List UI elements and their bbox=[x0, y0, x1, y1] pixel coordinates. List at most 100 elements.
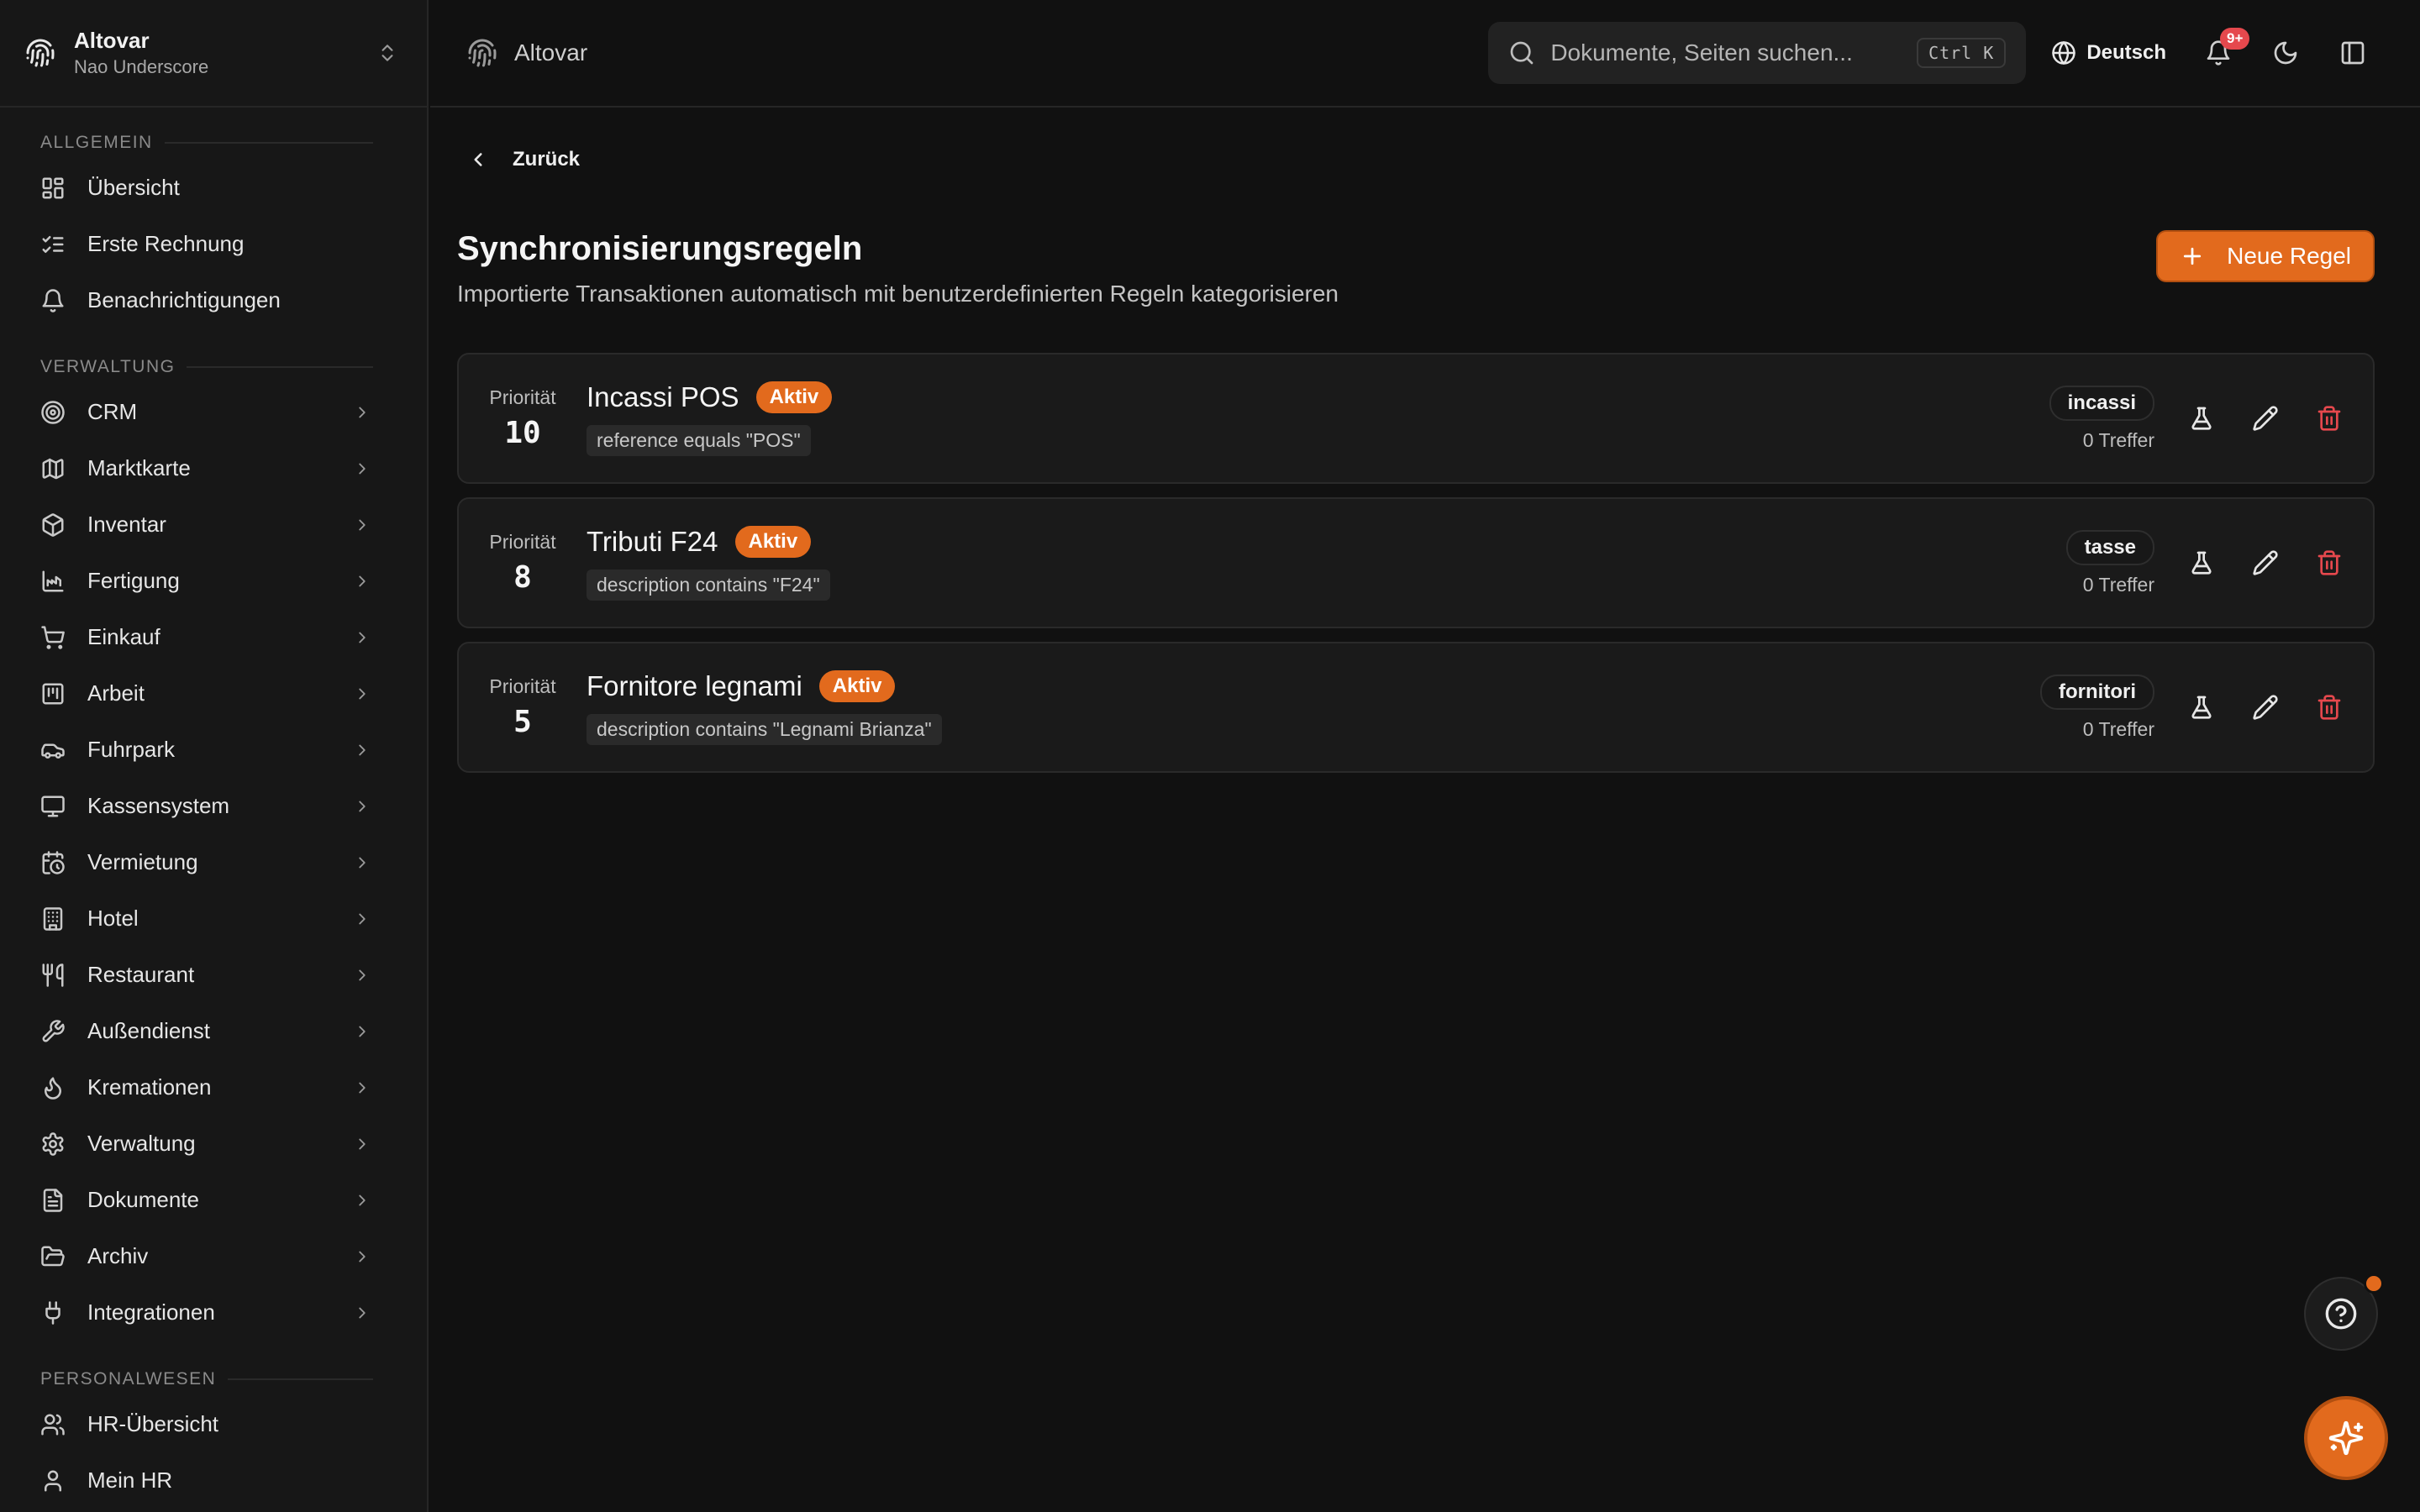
rule-info: Incassi POS Aktiv reference equals "POS" bbox=[587, 381, 2049, 456]
chevron-right-icon bbox=[359, 632, 366, 643]
sidebar-item-label: Mein HR bbox=[87, 1467, 173, 1493]
sidebar-item-erste-rechnung[interactable]: Erste Rechnung bbox=[0, 216, 427, 272]
sidebar-item-label: Marktkarte bbox=[87, 455, 191, 480]
edit-rule-button[interactable] bbox=[2252, 549, 2279, 576]
chevron-right-icon bbox=[359, 801, 366, 811]
delete-rule-button[interactable] bbox=[2316, 694, 2343, 721]
theme-toggle-button[interactable] bbox=[2272, 39, 2299, 66]
notifications-button[interactable]: 9+ bbox=[2205, 28, 2250, 66]
sidebar-item-label: Fertigung bbox=[87, 568, 180, 593]
sidebar-item-label: Kremationen bbox=[87, 1074, 212, 1100]
sidebar-item-einkauf[interactable]: Einkauf bbox=[0, 609, 427, 665]
calendar-clock-icon bbox=[42, 850, 65, 874]
sidebar-item-vermietung[interactable]: Vermietung bbox=[0, 834, 427, 890]
rule-header: Fornitore legnami Aktiv bbox=[587, 669, 2040, 702]
sidebar-item-restaurant[interactable]: Restaurant bbox=[0, 947, 427, 1003]
rule-summary: tasse 0 Treffer bbox=[2065, 529, 2154, 596]
section-hr: Personalwesen bbox=[0, 1362, 427, 1396]
test-rule-button[interactable] bbox=[2188, 405, 2215, 432]
sidebar-item-benachrichtigungen[interactable]: Benachrichtigungen bbox=[0, 272, 427, 328]
rule-name: Tributi F24 bbox=[587, 525, 718, 557]
sidebar-item-hotel[interactable]: Hotel bbox=[0, 890, 427, 947]
rule-priority: Priorität 10 bbox=[484, 386, 561, 450]
sidebar-item-arbeit[interactable]: Arbeit bbox=[0, 665, 427, 722]
edit-rule-button[interactable] bbox=[2252, 405, 2279, 432]
rule-priority: Priorität 5 bbox=[484, 675, 561, 739]
chevron-right-icon bbox=[359, 744, 366, 755]
sidebar-item-label: Arbeit bbox=[87, 680, 145, 706]
rule-card: Priorität 10 Incassi POS Aktiv reference… bbox=[457, 353, 2375, 484]
rule-header: Tributi F24 Aktiv bbox=[587, 525, 2066, 558]
org-name: Altovar bbox=[74, 28, 150, 53]
back-label: Zurück bbox=[513, 148, 581, 171]
sidebar-item-label: Kassensystem bbox=[87, 793, 230, 818]
status-badge: Aktiv bbox=[734, 525, 812, 558]
category-badge: tasse bbox=[2065, 529, 2154, 565]
sidebar-item-dokumente[interactable]: Dokumente bbox=[0, 1172, 427, 1228]
chevrons-up-down-icon[interactable] bbox=[376, 42, 398, 64]
priority-label: Priorität bbox=[489, 386, 556, 408]
test-rule-button[interactable] bbox=[2188, 694, 2215, 721]
section-title: Allgemein bbox=[40, 133, 153, 152]
kanban-icon bbox=[42, 683, 64, 704]
language-switcher[interactable]: Deutsch bbox=[2051, 40, 2166, 66]
notification-count-badge: 9+ bbox=[2220, 28, 2250, 50]
sidebar-item-fertigung[interactable]: Fertigung bbox=[0, 553, 427, 609]
section-title: Verwaltung bbox=[40, 357, 176, 376]
sidebar-item-archiv[interactable]: Archiv bbox=[0, 1228, 427, 1284]
sidebar-item-aussendienst[interactable]: Außendienst bbox=[0, 1003, 427, 1059]
sidebar-item-label: Außendienst bbox=[87, 1018, 210, 1043]
hit-count: 0 Treffer bbox=[2082, 428, 2154, 451]
org-switcher[interactable]: Altovar Nao Underscore bbox=[0, 0, 427, 108]
chevron-right-icon bbox=[359, 688, 366, 699]
wrench-icon bbox=[42, 1019, 65, 1042]
chevron-right-icon bbox=[359, 1026, 366, 1037]
sidebar-item-inventar[interactable]: Inventar bbox=[0, 496, 427, 553]
factory-icon bbox=[42, 570, 64, 591]
search-box[interactable]: Ctrl K bbox=[1488, 22, 2027, 84]
sidebar-item-fuhrpark[interactable]: Fuhrpark bbox=[0, 722, 427, 778]
chevron-right-icon bbox=[359, 913, 366, 924]
breadcrumb-brand[interactable]: Altovar bbox=[514, 39, 1488, 66]
sidebar-item-kremationen[interactable]: Kremationen bbox=[0, 1059, 427, 1116]
chevron-left-icon bbox=[474, 153, 482, 166]
sidebar-item-ubersicht[interactable]: Übersicht bbox=[0, 160, 427, 216]
sidebar-item-crm[interactable]: CRM bbox=[0, 384, 427, 440]
sidebar-item-label: Erste Rechnung bbox=[87, 231, 245, 256]
edit-rule-button[interactable] bbox=[2252, 694, 2279, 721]
sidebar-item-label: Dokumente bbox=[87, 1187, 199, 1212]
sidebar-item-integrationen[interactable]: Integrationen bbox=[0, 1284, 427, 1341]
sidebar-item-label: Übersicht bbox=[87, 175, 180, 200]
search-input[interactable] bbox=[1550, 39, 1918, 66]
divider bbox=[228, 1378, 373, 1380]
help-circle-icon bbox=[2325, 1298, 2357, 1330]
chevron-right-icon bbox=[359, 1138, 366, 1149]
sidebar-item-verwaltung[interactable]: Verwaltung bbox=[0, 1116, 427, 1172]
sidebar-item-label: Restaurant bbox=[87, 962, 195, 987]
rule-card: Priorität 8 Tributi F24 Aktiv descriptio… bbox=[457, 497, 2375, 628]
new-rule-button[interactable]: Neue Regel bbox=[2156, 230, 2375, 282]
category-badge: fornitori bbox=[2040, 674, 2154, 710]
delete-rule-button[interactable] bbox=[2316, 549, 2343, 576]
sparkles-icon bbox=[2328, 1420, 2364, 1456]
chevron-right-icon bbox=[359, 463, 366, 474]
test-rule-button[interactable] bbox=[2188, 549, 2215, 576]
sidebar: Altovar Nao Underscore Allgemein Übersic… bbox=[0, 0, 429, 1512]
user-icon bbox=[45, 1470, 61, 1491]
ai-assistant-button[interactable] bbox=[2304, 1396, 2388, 1480]
back-link[interactable]: Zurück bbox=[467, 148, 580, 171]
chevron-right-icon bbox=[359, 519, 366, 530]
moon-icon bbox=[2274, 41, 2297, 65]
org-text: Altovar Nao Underscore bbox=[74, 26, 376, 80]
priority-value: 5 bbox=[513, 705, 532, 739]
sidebar-item-label: Verwaltung bbox=[87, 1131, 196, 1156]
sidebar-item-marktkarte[interactable]: Marktkarte bbox=[0, 440, 427, 496]
sidebar-item-hr-ubersicht[interactable]: HR-Übersicht bbox=[0, 1396, 427, 1452]
chevron-right-icon bbox=[359, 407, 366, 417]
box-icon bbox=[42, 512, 64, 537]
sidebar-item-mein-hr[interactable]: Mein HR bbox=[0, 1452, 427, 1509]
sidebar-item-kassensystem[interactable]: Kassensystem bbox=[0, 778, 427, 834]
delete-rule-button[interactable] bbox=[2316, 405, 2343, 432]
map-icon bbox=[42, 458, 64, 479]
toggle-panel-button[interactable] bbox=[2339, 39, 2366, 66]
